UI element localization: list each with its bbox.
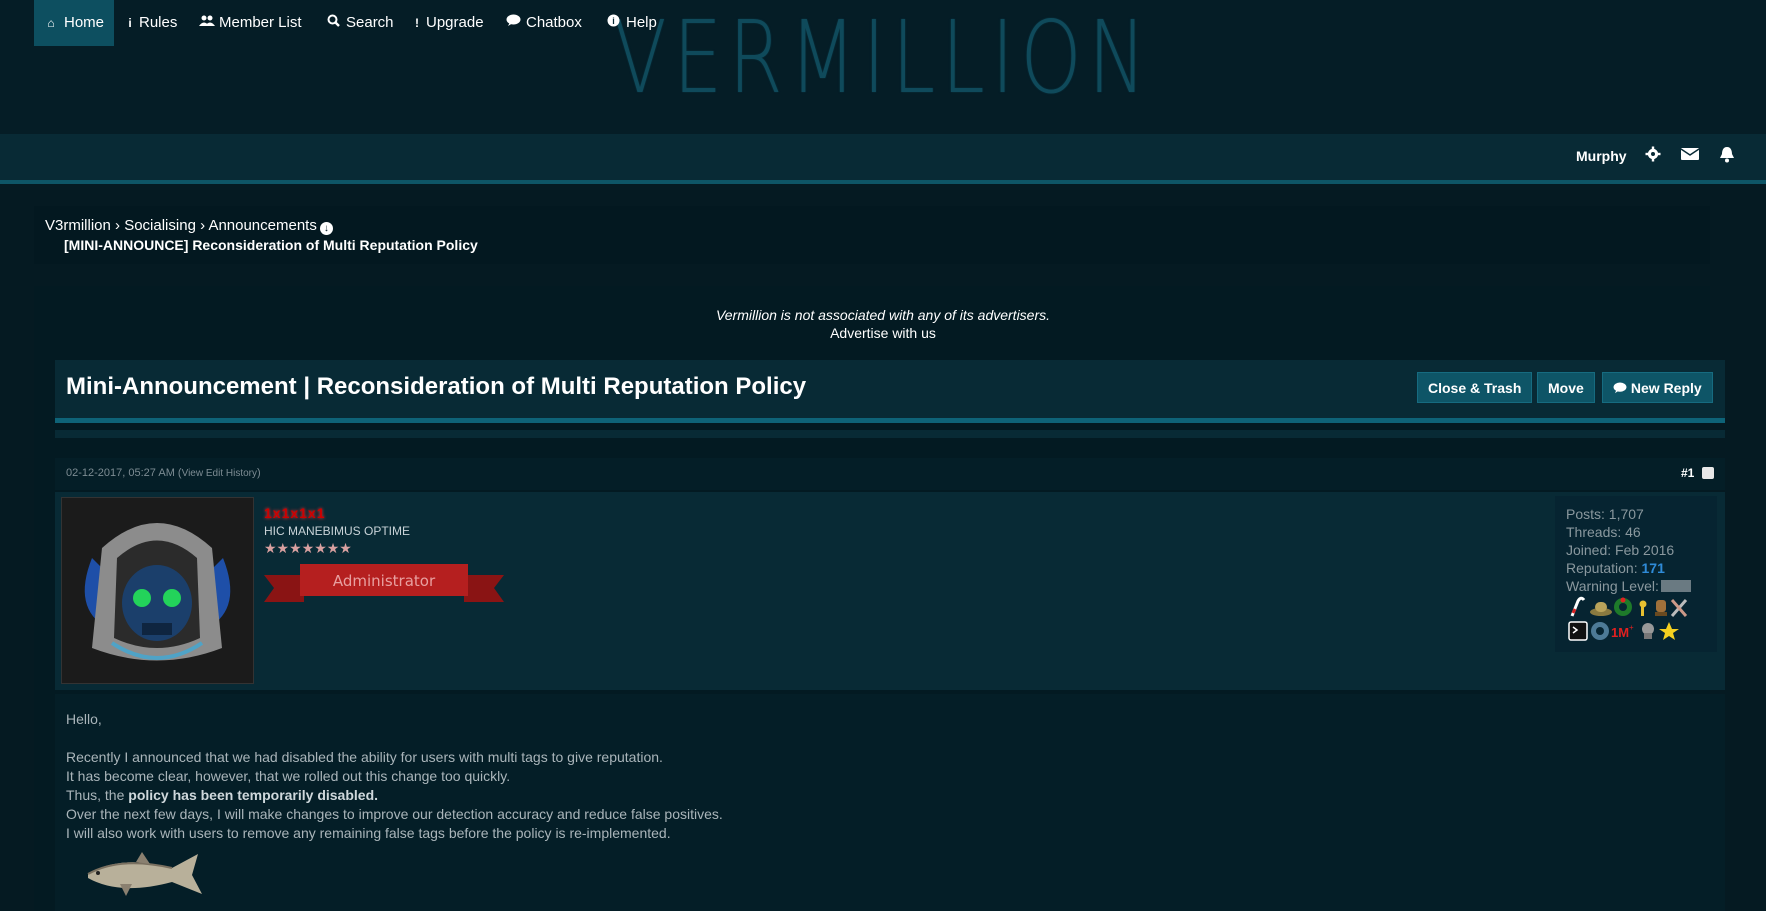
move-button[interactable]: Move [1537, 372, 1595, 403]
view-edit-history-link[interactable]: View Edit History [182, 468, 257, 479]
nav-upgrade[interactable]: ! Upgrade [404, 0, 494, 46]
breadcrumb-item-announcements[interactable]: Announcements [208, 217, 316, 234]
post-line-4: Over the next few days, I will make chan… [66, 806, 723, 822]
fish-image [80, 848, 212, 902]
users-icon [199, 0, 215, 46]
new-reply-button[interactable]: New Reply [1602, 372, 1713, 403]
nav-member-list[interactable]: Member List [189, 0, 312, 46]
author-title: HIC MANEBIMUS OPTIME [264, 524, 411, 538]
star-award-icon [1659, 622, 1679, 640]
breadcrumb: V3rmillion › Socialising › Announcements… [45, 217, 333, 235]
breadcrumb-separator: › [115, 217, 121, 234]
reputation-value[interactable]: 171 [1642, 560, 1665, 576]
author-rank-stars: ★★★★★★★ [264, 540, 352, 556]
main-navbar [0, 134, 1766, 184]
nav-home[interactable]: ⌂ Home [34, 0, 115, 46]
advertise-link[interactable]: Advertise with us [0, 325, 1766, 341]
post-meta-bar [55, 458, 1725, 490]
download-circle-icon[interactable]: ↓ [319, 222, 333, 235]
comment-icon [506, 0, 521, 46]
gear-badge-award-icon [1591, 622, 1609, 640]
info-icon: i [128, 16, 132, 30]
thread-title: Mini-Announcement | Reconsideration of M… [66, 373, 807, 400]
stat-threads: Threads: 46 [1566, 524, 1641, 540]
trophy-award-icon [1655, 600, 1667, 616]
candy-cane-award-icon [1570, 596, 1586, 617]
breadcrumb-box [34, 206, 1710, 264]
nav-member-list-label: Member List [219, 14, 302, 31]
post-line-3-bold: policy has been temporarily disabled. [128, 787, 379, 803]
stat-warning-level: Warning Level: [1566, 578, 1691, 594]
nav-chatbox[interactable]: Chatbox [496, 0, 592, 46]
author-username[interactable]: 1x1x1x1 [264, 505, 326, 521]
award-row-1 [1568, 596, 1698, 623]
post-select-checkbox[interactable] [1702, 467, 1714, 479]
post-line-1: Recently I announced that we had disable… [66, 749, 663, 765]
nav-chatbox-label: Chatbox [526, 14, 582, 31]
current-user-name[interactable]: Murphy [1576, 148, 1627, 164]
new-reply-label: New Reply [1630, 380, 1702, 396]
group-badge: Administrator [264, 560, 504, 610]
home-icon: ⌂ [47, 16, 55, 30]
one-million-award-icon: 1M + [1611, 623, 1634, 640]
help-circle-icon: i [606, 0, 620, 46]
svg-text:+: + [1629, 623, 1634, 632]
exclamation-icon: ! [415, 16, 419, 30]
post-line-5: I will also work with users to remove an… [66, 825, 671, 841]
stat-posts: Posts: 1,707 [1566, 506, 1644, 522]
warning-level-bar[interactable] [1660, 580, 1691, 592]
hat-award-icon [1590, 602, 1612, 616]
avatar[interactable] [61, 497, 254, 684]
skull-award-icon [1642, 623, 1654, 639]
nav-rules-label: Rules [139, 14, 178, 31]
search-icon [326, 0, 340, 46]
nav-upgrade-label: Upgrade [426, 14, 484, 31]
tools-award-icon [1670, 599, 1688, 617]
post-greeting: Hello, [66, 711, 102, 727]
nav-help-label: Help [626, 14, 657, 31]
stat-reputation: Reputation: 171 [1566, 560, 1665, 576]
svg-text:i: i [612, 16, 615, 26]
breadcrumb-current: [MINI-ANNOUNCE] Reconsideration of Multi… [64, 237, 478, 253]
terminal-award-icon [1568, 621, 1588, 641]
nav-rules[interactable]: i Rules [117, 0, 187, 46]
close-trash-button[interactable]: Close & Trash [1417, 372, 1533, 403]
nav-home-label: Home [64, 14, 105, 31]
post-date-text: 02-12-2017, 05:27 AM [66, 467, 175, 479]
nav-search-label: Search [346, 14, 394, 31]
post-number-link[interactable]: #1 [1681, 466, 1694, 480]
nav-help[interactable]: i Help [596, 0, 667, 46]
breadcrumb-separator: › [200, 217, 206, 234]
nav-search[interactable]: Search [316, 0, 404, 46]
thread-subbar [55, 430, 1725, 438]
post-date: 02-12-2017, 05:27 AM (View Edit History) [66, 467, 261, 479]
wreath-award-icon [1614, 597, 1632, 616]
svg-text:1M: 1M [1611, 625, 1629, 640]
post-line-2: It has become clear, however, that we ro… [66, 768, 511, 784]
post-line-3: Thus, the policy has been temporarily di… [66, 787, 379, 803]
award-row-2: 1M + [1568, 620, 1698, 647]
group-badge-label: Administrator [333, 572, 436, 590]
breadcrumb-item-home[interactable]: V3rmillion [45, 217, 111, 234]
mail-icon[interactable] [1680, 146, 1700, 166]
key-award-icon [1639, 600, 1647, 616]
gear-icon[interactable] [1645, 146, 1661, 167]
breadcrumb-item-socialising[interactable]: Socialising [124, 217, 196, 234]
bell-icon[interactable] [1719, 146, 1735, 168]
stat-joined: Joined: Feb 2016 [1566, 542, 1675, 558]
comment-icon [1613, 380, 1631, 396]
ad-disclaimer: Vermillion is not associated with any of… [715, 307, 1051, 323]
